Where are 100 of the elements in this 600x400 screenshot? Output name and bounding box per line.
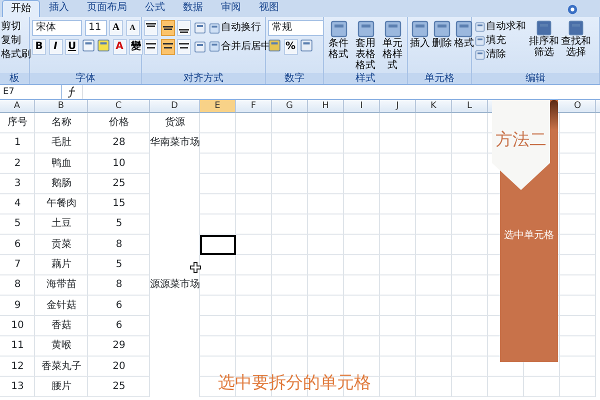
- cursor-icon: [190, 262, 201, 273]
- table-cell-text: 4: [14, 197, 21, 212]
- column-header[interactable]: J: [380, 100, 416, 112]
- ribbon-button[interactable]: 单元格样式: [380, 20, 404, 73]
- ribbon-button[interactable]: 套用表格格式: [354, 20, 378, 73]
- ribbon-button[interactable]: 插入: [410, 20, 430, 73]
- banner-text: 选中单元格: [503, 228, 555, 243]
- shrink-font-button[interactable]: A: [126, 20, 140, 36]
- ribbon-button[interactable]: 复制: [0, 34, 32, 48]
- table-cell-text: 29: [112, 339, 126, 354]
- ribbon-button[interactable]: 剪切: [0, 20, 32, 34]
- function-icon[interactable]: [66, 86, 78, 98]
- number-format-field[interactable]: 常规: [268, 20, 324, 36]
- align-button[interactable]: [160, 38, 174, 54]
- banner-curl: [550, 100, 558, 130]
- command-icon: [475, 36, 485, 46]
- column-header[interactable]: A: [0, 100, 35, 112]
- table-cell-text: 9: [14, 298, 21, 313]
- table-cell-text: 香菇: [52, 318, 72, 333]
- table-cell-text: 源源菜市场: [150, 278, 200, 292]
- column-header[interactable]: C: [88, 100, 150, 112]
- ribbon-command-icon: [411, 20, 429, 38]
- table-cell-text: 25: [112, 380, 126, 394]
- percent-button[interactable]: %: [284, 38, 298, 54]
- column-header[interactable]: K: [416, 100, 452, 112]
- find-button[interactable]: 查找和选择: [561, 20, 591, 73]
- italic-button[interactable]: I: [48, 38, 62, 54]
- column-heading: 名称: [52, 116, 72, 130]
- column-header[interactable]: E: [200, 100, 236, 112]
- table-cell-text: 28: [112, 136, 126, 150]
- font-color-button[interactable]: A: [112, 38, 126, 54]
- column-header[interactable]: O: [560, 100, 596, 112]
- table-cell-text: 15: [112, 197, 126, 212]
- phonetic-button[interactable]: 變: [129, 38, 143, 54]
- ribbon-tab[interactable]: 数据: [174, 0, 212, 17]
- ribbon-button[interactable]: 自动求和: [474, 20, 527, 34]
- align-button[interactable]: [144, 38, 158, 54]
- column-header[interactable]: L: [452, 100, 488, 112]
- ribbon-command-icon: [433, 20, 451, 38]
- align-lines-icon: [179, 42, 189, 52]
- column-header[interactable]: B: [35, 100, 88, 112]
- ribbon-command-icon: [384, 20, 402, 38]
- table-cell-text: 海带苗: [46, 278, 76, 292]
- table-cell-text: 6: [116, 318, 122, 333]
- align-button[interactable]: [144, 20, 158, 36]
- table-cell-text: 香菜丸子: [42, 360, 82, 374]
- table-cell-text: 3: [14, 176, 21, 191]
- align-button[interactable]: [177, 20, 191, 36]
- ribbon-button[interactable]: 删除: [432, 20, 452, 73]
- ribbon-button[interactable]: 格式: [454, 20, 474, 73]
- grow-font-button[interactable]: A: [109, 20, 123, 36]
- table-cell-text: 藕片: [52, 258, 72, 272]
- ribbon-command-icon: [455, 20, 473, 38]
- ribbon-tab[interactable]: 公式: [136, 0, 174, 17]
- table-cell-text: 8: [116, 238, 122, 252]
- command-icon: [475, 22, 485, 32]
- ribbon-tab[interactable]: 视图: [250, 0, 288, 17]
- group-label: 单元格: [408, 73, 471, 84]
- table-cell-text: 8: [14, 278, 21, 292]
- table-cell-text: 20: [112, 360, 126, 374]
- ribbon-tab[interactable]: 开始: [2, 0, 40, 17]
- table-cell-text: 黄喉: [52, 338, 72, 354]
- column-header[interactable]: I: [344, 100, 380, 112]
- ribbon-tab[interactable]: 插入: [40, 0, 78, 17]
- ribbon-tab[interactable]: 页面布局: [78, 0, 136, 17]
- group-label: 字体: [30, 73, 141, 84]
- group-label: 数字: [266, 73, 323, 84]
- table-cell-text: 1: [14, 136, 21, 150]
- name-box[interactable]: E7: [0, 85, 62, 99]
- ribbon-button[interactable]: 清除: [474, 48, 527, 62]
- table-cell-text: 5: [14, 217, 21, 232]
- ribbon-button[interactable]: 填充: [474, 34, 527, 48]
- font-name-field[interactable]: 宋体: [32, 20, 82, 36]
- table-cell-text: 6: [14, 238, 21, 252]
- ribbon-button[interactable]: 条件格式: [326, 20, 350, 73]
- column-heading: 序号: [8, 116, 28, 130]
- column-header[interactable]: G: [272, 100, 308, 112]
- table-cell-text: 鸭血: [52, 156, 72, 171]
- column-heading: 货源: [165, 116, 185, 130]
- align-button[interactable]: [160, 20, 174, 36]
- table-cell-text: 土豆: [52, 216, 72, 232]
- ribbon-tab[interactable]: 审阅: [212, 0, 250, 17]
- ribbon-button[interactable]: 格式刷: [0, 48, 32, 62]
- bold-button[interactable]: B: [32, 38, 46, 54]
- column-header[interactable]: F: [236, 100, 272, 112]
- table-cell-text: 毛肚: [52, 136, 72, 150]
- align-button[interactable]: [177, 38, 191, 54]
- table-cell-text: 鹅肠: [52, 176, 72, 191]
- align-lines-icon: [146, 42, 156, 52]
- banner-title: 方法二: [496, 130, 546, 152]
- help-icon[interactable]: [567, 4, 578, 15]
- sort-filter-button[interactable]: 排序和筛选: [529, 20, 559, 73]
- column-header[interactable]: H: [308, 100, 344, 112]
- selected-cell[interactable]: [200, 234, 236, 256]
- ribbon-button[interactable]: 自动换行: [208, 21, 262, 35]
- table-cell-text: 8: [116, 278, 122, 292]
- group-label: 样式: [324, 73, 407, 84]
- underline-button[interactable]: U: [65, 38, 79, 54]
- align-lines-icon: [162, 42, 172, 52]
- font-size-field[interactable]: 11: [84, 20, 106, 36]
